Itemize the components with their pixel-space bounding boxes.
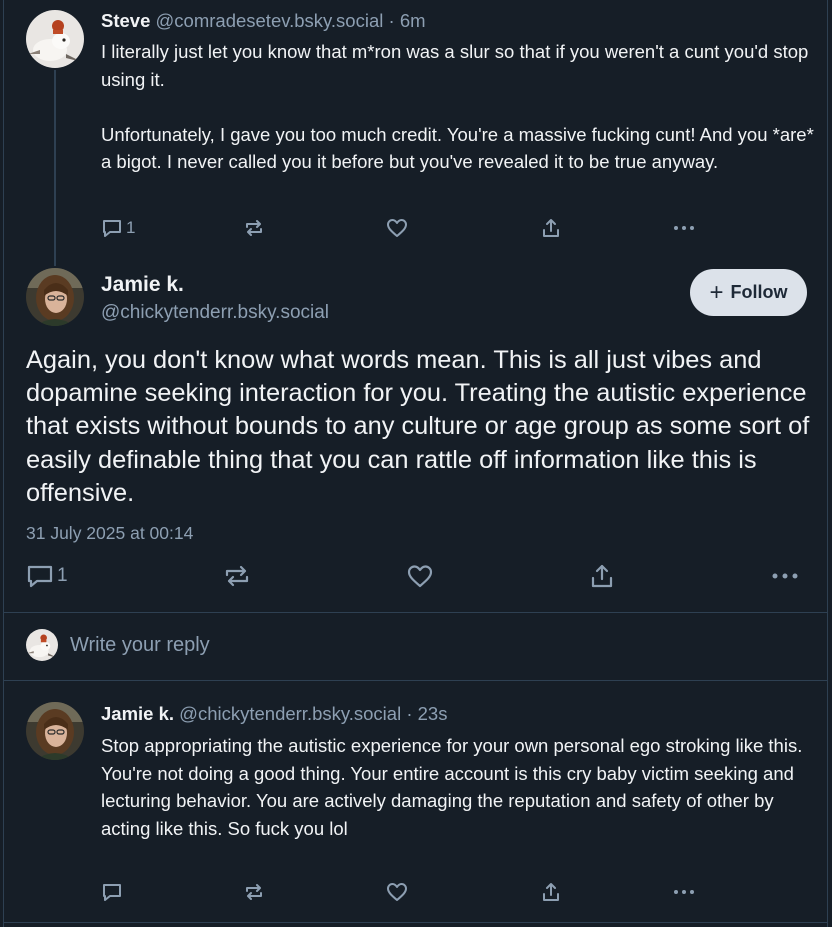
divider	[3, 922, 828, 923]
reply-icon	[101, 881, 123, 903]
avatar	[26, 629, 58, 661]
more-icon	[770, 563, 800, 589]
share-button[interactable]	[588, 563, 616, 589]
column-border-left	[3, 0, 4, 927]
parent-post-header: Steve @comradesetev.bsky.social · 6m	[101, 9, 426, 33]
post-timestamp[interactable]: 31 July 2025 at 00:14	[26, 523, 193, 544]
reply-post-header: Jamie k. @chickytenderr.bsky.social · 23…	[101, 702, 447, 726]
like-button[interactable]	[386, 217, 408, 239]
post-thread-view: Steve @comradesetev.bsky.social · 6m I l…	[0, 0, 832, 927]
post-time[interactable]: · 23s	[406, 703, 447, 724]
more-icon	[672, 217, 696, 239]
more-options-button[interactable]	[672, 881, 696, 903]
author-handle[interactable]: @comradesetev.bsky.social	[156, 10, 384, 31]
divider	[3, 612, 828, 613]
like-icon	[386, 217, 408, 239]
repost-button[interactable]	[223, 563, 251, 589]
follow-button[interactable]: + Follow	[690, 269, 807, 316]
share-icon	[540, 881, 562, 903]
reply-icon	[26, 563, 54, 589]
reply-button[interactable]: 1	[26, 563, 68, 589]
like-icon	[386, 881, 408, 903]
column-border-right	[827, 0, 828, 927]
post-text: I literally just let you know that m*ron…	[101, 41, 814, 172]
author-name[interactable]: Steve	[101, 10, 150, 31]
avatar[interactable]	[26, 268, 84, 326]
post-text: Stop appropriating the autistic experien…	[101, 735, 808, 839]
like-icon	[406, 563, 434, 589]
reply-count: 1	[126, 218, 136, 237]
like-button[interactable]	[386, 881, 408, 903]
reply-button[interactable]	[101, 881, 123, 903]
post-text: Again, you don't know what words mean. T…	[26, 346, 810, 507]
divider	[3, 680, 828, 681]
plus-icon: +	[709, 278, 724, 306]
share-button[interactable]	[540, 217, 562, 239]
like-button[interactable]	[406, 563, 434, 589]
thread-line	[54, 70, 56, 266]
more-options-button[interactable]	[770, 563, 800, 589]
author-handle[interactable]: @chickytenderr.bsky.social	[179, 703, 401, 724]
share-button[interactable]	[540, 881, 562, 903]
share-icon	[540, 217, 562, 239]
author-name[interactable]: Jamie k.	[101, 703, 174, 724]
avatar[interactable]	[26, 10, 84, 68]
repost-icon	[223, 563, 251, 589]
author-name[interactable]: Jamie k.	[101, 272, 184, 298]
avatar[interactable]	[26, 702, 84, 760]
follow-label: Follow	[730, 282, 788, 302]
reply-icon	[101, 217, 123, 239]
repost-icon	[243, 217, 265, 239]
author-handle[interactable]: @chickytenderr.bsky.social	[101, 301, 329, 325]
more-icon	[672, 881, 696, 903]
reply-count: 1	[57, 565, 68, 586]
repost-button[interactable]	[243, 217, 265, 239]
reply-input[interactable]: Write your reply	[70, 633, 210, 657]
share-icon	[588, 563, 616, 589]
repost-icon	[243, 881, 265, 903]
more-options-button[interactable]	[672, 217, 696, 239]
reply-button[interactable]: 1	[101, 217, 135, 239]
post-time[interactable]: · 6m	[389, 10, 426, 31]
repost-button[interactable]	[243, 881, 265, 903]
